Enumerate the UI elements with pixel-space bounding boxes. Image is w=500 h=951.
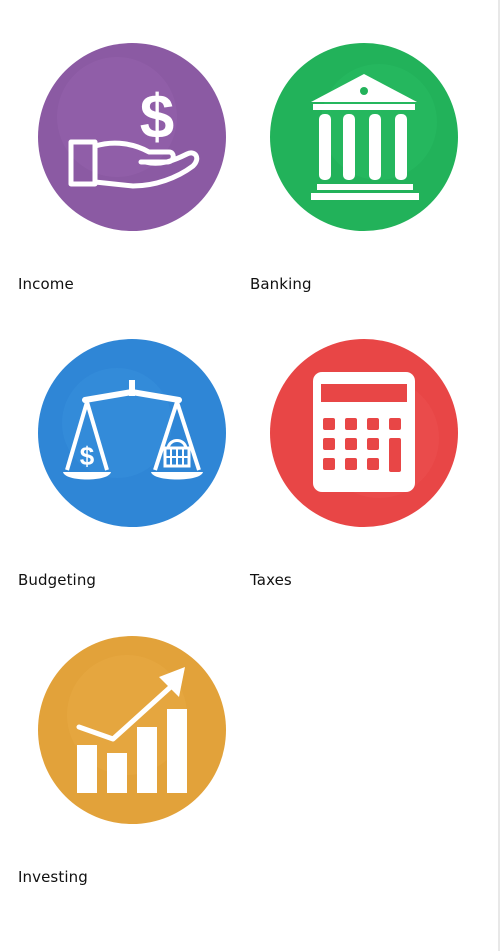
bank-icon <box>269 42 459 232</box>
category-tile-banking[interactable]: Banking <box>250 0 470 293</box>
svg-text:$: $ <box>140 83 174 152</box>
calculator-icon <box>269 338 459 528</box>
category-label: Taxes <box>250 571 292 589</box>
category-tile-taxes[interactable]: Taxes <box>250 296 470 589</box>
category-tile-investing[interactable]: Investing <box>18 593 238 886</box>
category-label: Investing <box>18 868 88 886</box>
category-label: Banking <box>250 275 312 293</box>
category-tile-income[interactable]: $ Income <box>18 0 238 293</box>
category-grid-screen: $ Income Banking $ Budgeting Taxes Inves… <box>0 0 500 951</box>
growth-chart-icon <box>37 635 227 825</box>
category-tile-budgeting[interactable]: $ Budgeting <box>18 296 238 589</box>
category-label: Income <box>18 275 74 293</box>
hand-dollar-icon: $ <box>37 42 227 232</box>
category-label: Budgeting <box>18 571 97 589</box>
balance-scale-icon: $ <box>37 338 227 528</box>
svg-text:$: $ <box>80 441 95 471</box>
